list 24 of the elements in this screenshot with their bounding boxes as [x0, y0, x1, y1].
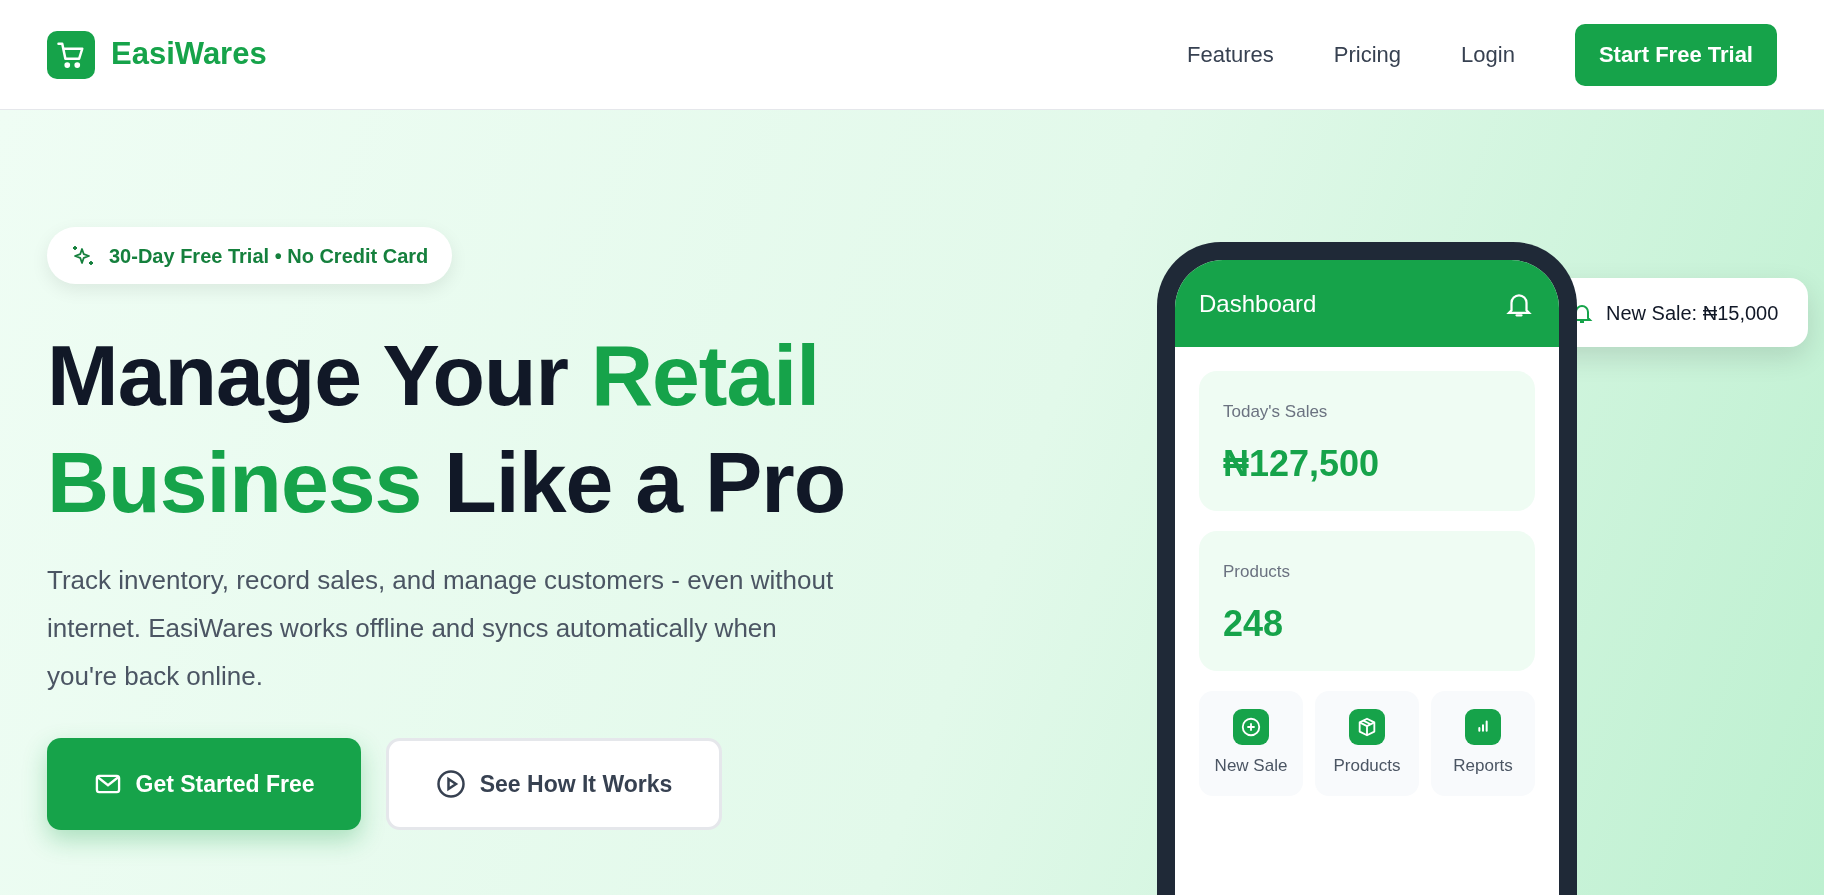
play-icon [435, 769, 466, 799]
bar-chart-icon [1465, 708, 1501, 745]
action-tile[interactable]: Reports [1431, 691, 1535, 796]
action-tile[interactable]: Products [1315, 691, 1419, 796]
trial-badge: 30-Day Free Trial • No Credit Card [47, 227, 453, 284]
notification-text: New Sale: ₦15,000 [1606, 300, 1779, 326]
action-label: New Sale [1214, 754, 1288, 777]
box-icon [1349, 708, 1385, 745]
logo-icon [47, 30, 95, 79]
how-it-works-button[interactable]: See How It Works [386, 738, 722, 830]
action-label: Products [1333, 754, 1401, 777]
action-label: Reports [1453, 754, 1513, 777]
sparkle-icon [71, 243, 95, 268]
stat-value: 248 [1223, 601, 1285, 646]
nav-link[interactable]: Features [1187, 38, 1274, 71]
stat-label: Products [1223, 561, 1292, 583]
screen-title: Dashboard [1199, 288, 1317, 319]
nav-link[interactable]: Pricing [1333, 38, 1402, 71]
action-tile[interactable]: New Sale [1199, 691, 1303, 796]
stat-value: ₦127,500 [1223, 441, 1381, 486]
stat-label: Today's Sales [1223, 401, 1329, 423]
headline: Manage Your Retail Business Like a Pro [47, 326, 847, 532]
nav-link[interactable]: Login [1461, 38, 1515, 71]
hero-description: Track inventory, record sales, and manage customers - even without internet. EasiWares works offline and syncs automatically when you're back online. [47, 564, 835, 693]
